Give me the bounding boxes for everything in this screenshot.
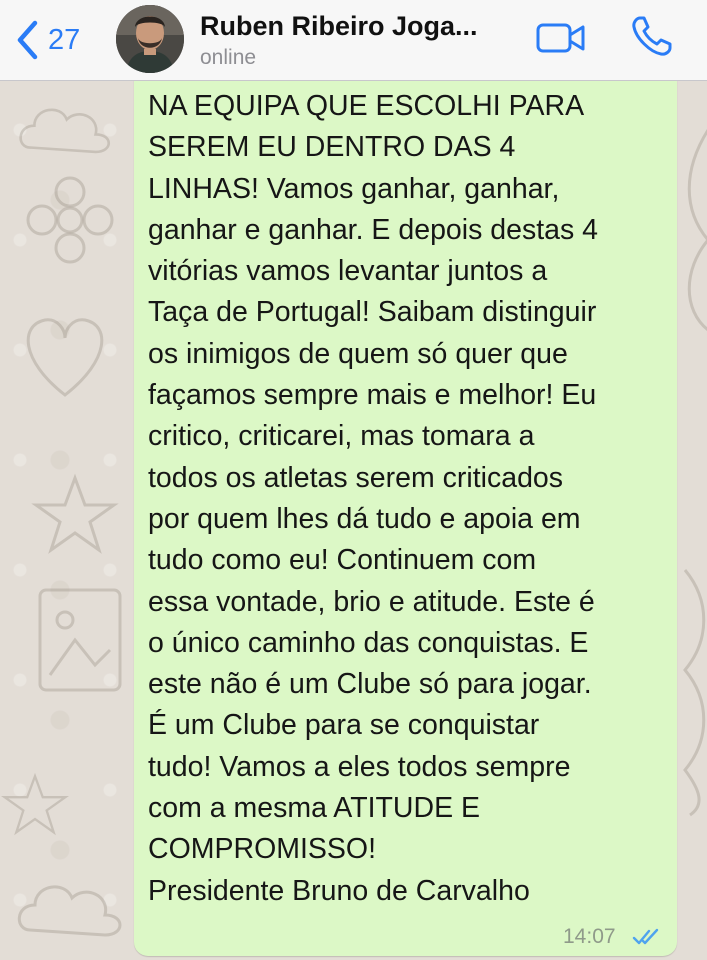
double-check-read-icon: [632, 928, 659, 945]
contact-name[interactable]: Ruben Ribeiro Joga...: [200, 11, 478, 42]
wallpaper-doodle-heart-icon: [26, 318, 104, 397]
wallpaper-doodle-cloud-icon: [19, 108, 111, 154]
video-camera-icon: [536, 23, 585, 53]
voice-call-button[interactable]: [630, 14, 674, 63]
back-button[interactable]: 27: [14, 18, 80, 62]
wallpaper-doodle-cloud-icon: [17, 885, 122, 937]
wallpaper-doodle-flower-icon: [26, 176, 114, 264]
chevron-left-icon: [17, 20, 38, 60]
contact-status: online: [200, 46, 257, 69]
message-timestamp: 14:07: [563, 925, 616, 948]
avatar-photo: [116, 5, 184, 73]
wallpaper-doodle-star-icon: [31, 473, 119, 554]
unread-chats-count: 27: [48, 23, 81, 56]
avatar[interactable]: [116, 5, 184, 73]
wallpaper-doodle-swirl-icon: [683, 569, 706, 817]
phone-icon: [632, 16, 672, 56]
wallpaper-doodle-leaf-icon: [687, 129, 707, 332]
message-text: NA EQUIPA QUE ESCOLHI PARA SEREM EU DENT…: [148, 90, 599, 907]
chat-header: 27 Ruben Ribeiro Joga... online: [0, 0, 707, 81]
wallpaper-doodle-star-icon: [1, 772, 69, 836]
wallpaper-doodle-frame-icon: [38, 588, 122, 692]
video-call-button[interactable]: [536, 22, 586, 59]
